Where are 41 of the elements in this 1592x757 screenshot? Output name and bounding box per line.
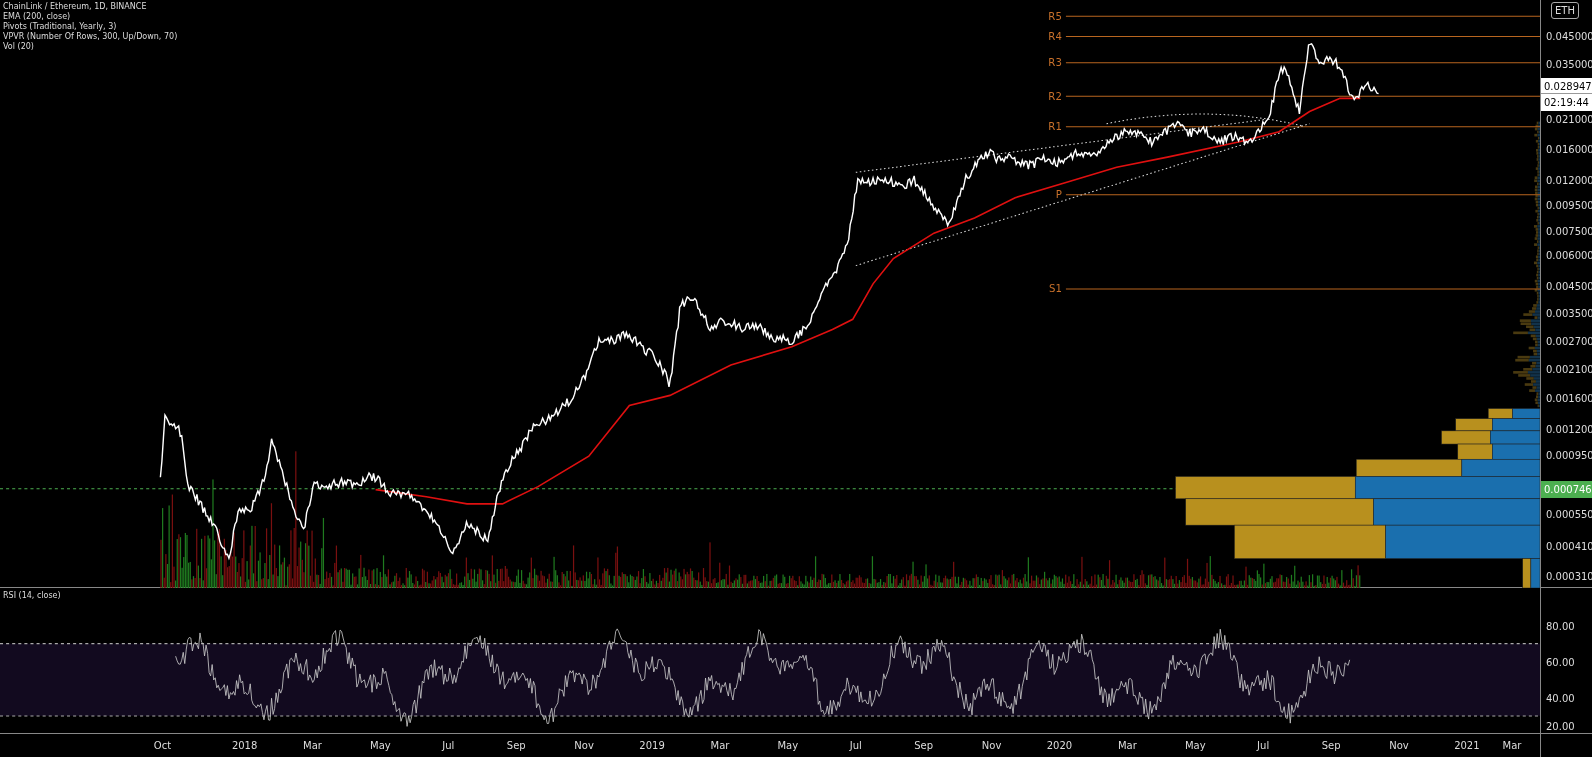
rsi-axis-label: 40.00: [1546, 691, 1575, 706]
legend-text: ChainLink / Ethereum, 1D, BINANCE: [3, 2, 148, 12]
time-axis-label: Mar: [303, 739, 322, 753]
legend-text: Vol (20): [3, 42, 35, 52]
pivot-label: R4: [1048, 31, 1062, 43]
pivot-label: R1: [1048, 121, 1062, 133]
rsi-title: RSI (14, close): [3, 590, 61, 602]
price-level-label: 0.000746: [1541, 480, 1592, 498]
time-axis-label: 2018: [231, 739, 258, 753]
time-axis-label: 2021: [1454, 739, 1480, 753]
time-axis-label: May: [777, 739, 799, 753]
time-axis-label: Mar: [1502, 739, 1522, 753]
time-axis-label: Jul: [442, 739, 455, 753]
time-axis-label: Nov: [574, 739, 594, 753]
time-axis-label: May: [370, 739, 391, 753]
rsi-axis-label: 20.00: [1546, 719, 1575, 734]
time-axis-label: May: [1184, 739, 1206, 753]
time-axis-label: Sep: [506, 739, 526, 753]
time-axis-label: Jul: [1257, 739, 1270, 753]
countdown-label: 02:19:44: [1541, 93, 1592, 112]
legend-text: VPVR (Number Of Rows, 300, Up/Down, 70): [3, 32, 178, 42]
time-axis-label: Mar: [1117, 739, 1137, 753]
pivot-label: R2: [1048, 90, 1062, 102]
time-axis-label: Mar: [710, 739, 730, 753]
time-axis-label: Nov: [981, 739, 1002, 753]
pivot-label: S1: [1049, 283, 1062, 295]
time-axis-label: Nov: [1389, 739, 1409, 753]
pivot-label: R5: [1048, 10, 1062, 22]
currency-label: ETH: [1551, 2, 1579, 19]
time-axis-label: Oct: [153, 739, 172, 753]
time-axis-label: Sep: [1321, 739, 1341, 753]
rsi-axis-label: 80.00: [1546, 619, 1575, 634]
time-axis-label: 2020: [1046, 739, 1073, 753]
legend-text: EMA (200, close): [3, 12, 72, 22]
legend-text: Pivots (Traditional, Yearly, 3): [3, 22, 118, 32]
pivot-label: P: [1055, 189, 1062, 201]
pivot-label: R3: [1048, 57, 1062, 69]
time-axis-label: Sep: [914, 739, 934, 753]
time-axis-label: 2019: [639, 739, 665, 753]
time-axis-label: Jul: [849, 739, 862, 753]
rsi-axis-label: 60.00: [1546, 655, 1575, 670]
